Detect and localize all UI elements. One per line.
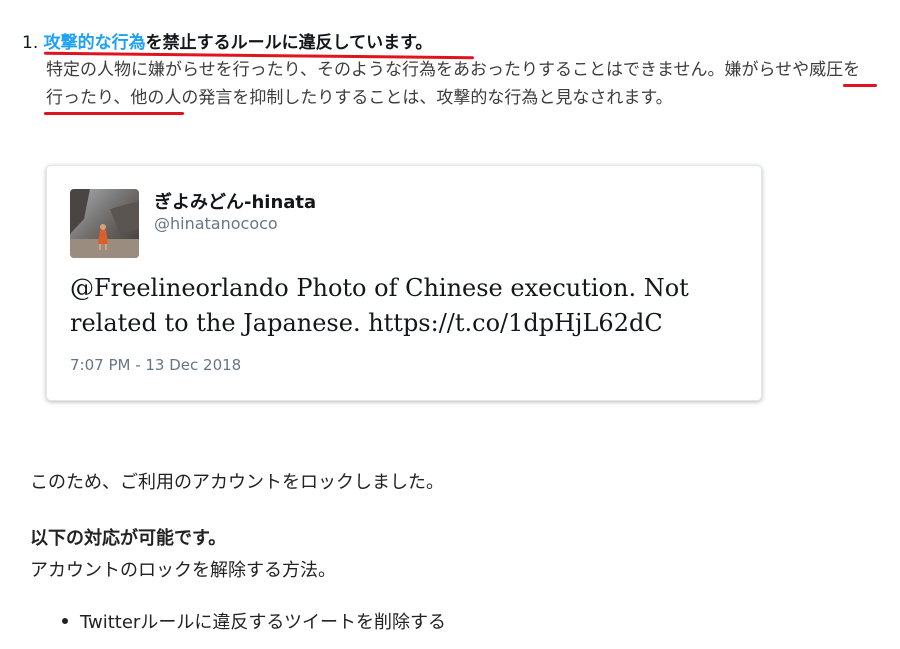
rule-link[interactable]: 攻撃的な行為 bbox=[44, 33, 146, 53]
unlock-method-text: アカウントのロックを解除する方法。 bbox=[30, 560, 336, 581]
lock-message: このため、ご利用のアカウントをロックしました。 bbox=[30, 472, 444, 493]
rule-description: 特定の人物に嫌がらせを行ったり、そのような行為をあおったりすることはできません。… bbox=[46, 60, 861, 108]
rule-heading-text: を禁止するルールに違反しています。 bbox=[145, 33, 433, 53]
bullet-icon bbox=[62, 618, 68, 624]
tweet-timestamp[interactable]: 7:07 PM - 13 Dec 2018 bbox=[70, 356, 241, 374]
rule-number: 1. bbox=[22, 33, 39, 53]
annotation-underline bbox=[843, 84, 877, 87]
options-heading: 以下の対応が可能です。 bbox=[30, 528, 227, 549]
tweet-display-name[interactable]: ぎよみどん-hinata bbox=[154, 188, 316, 214]
avatar[interactable] bbox=[70, 189, 139, 258]
bullet-text: Twitterルールに違反するツイートを削除する bbox=[80, 612, 446, 633]
annotation-underline bbox=[44, 112, 184, 115]
list-item: Twitterルールに違反するツイートを削除する bbox=[62, 608, 446, 634]
tweet-handle[interactable]: @hinatanococo bbox=[154, 214, 278, 233]
tweet-text: @Freelineorlando Photo of Chinese execut… bbox=[70, 274, 689, 337]
rule-violation-section: 1. 攻撃的な行為を禁止するルールに違反しています。 特定の人物に嫌がらせを行っ… bbox=[22, 30, 882, 112]
embedded-tweet[interactable]: ぎよみどん-hinata @hinatanococo @Freelineorla… bbox=[46, 165, 762, 401]
